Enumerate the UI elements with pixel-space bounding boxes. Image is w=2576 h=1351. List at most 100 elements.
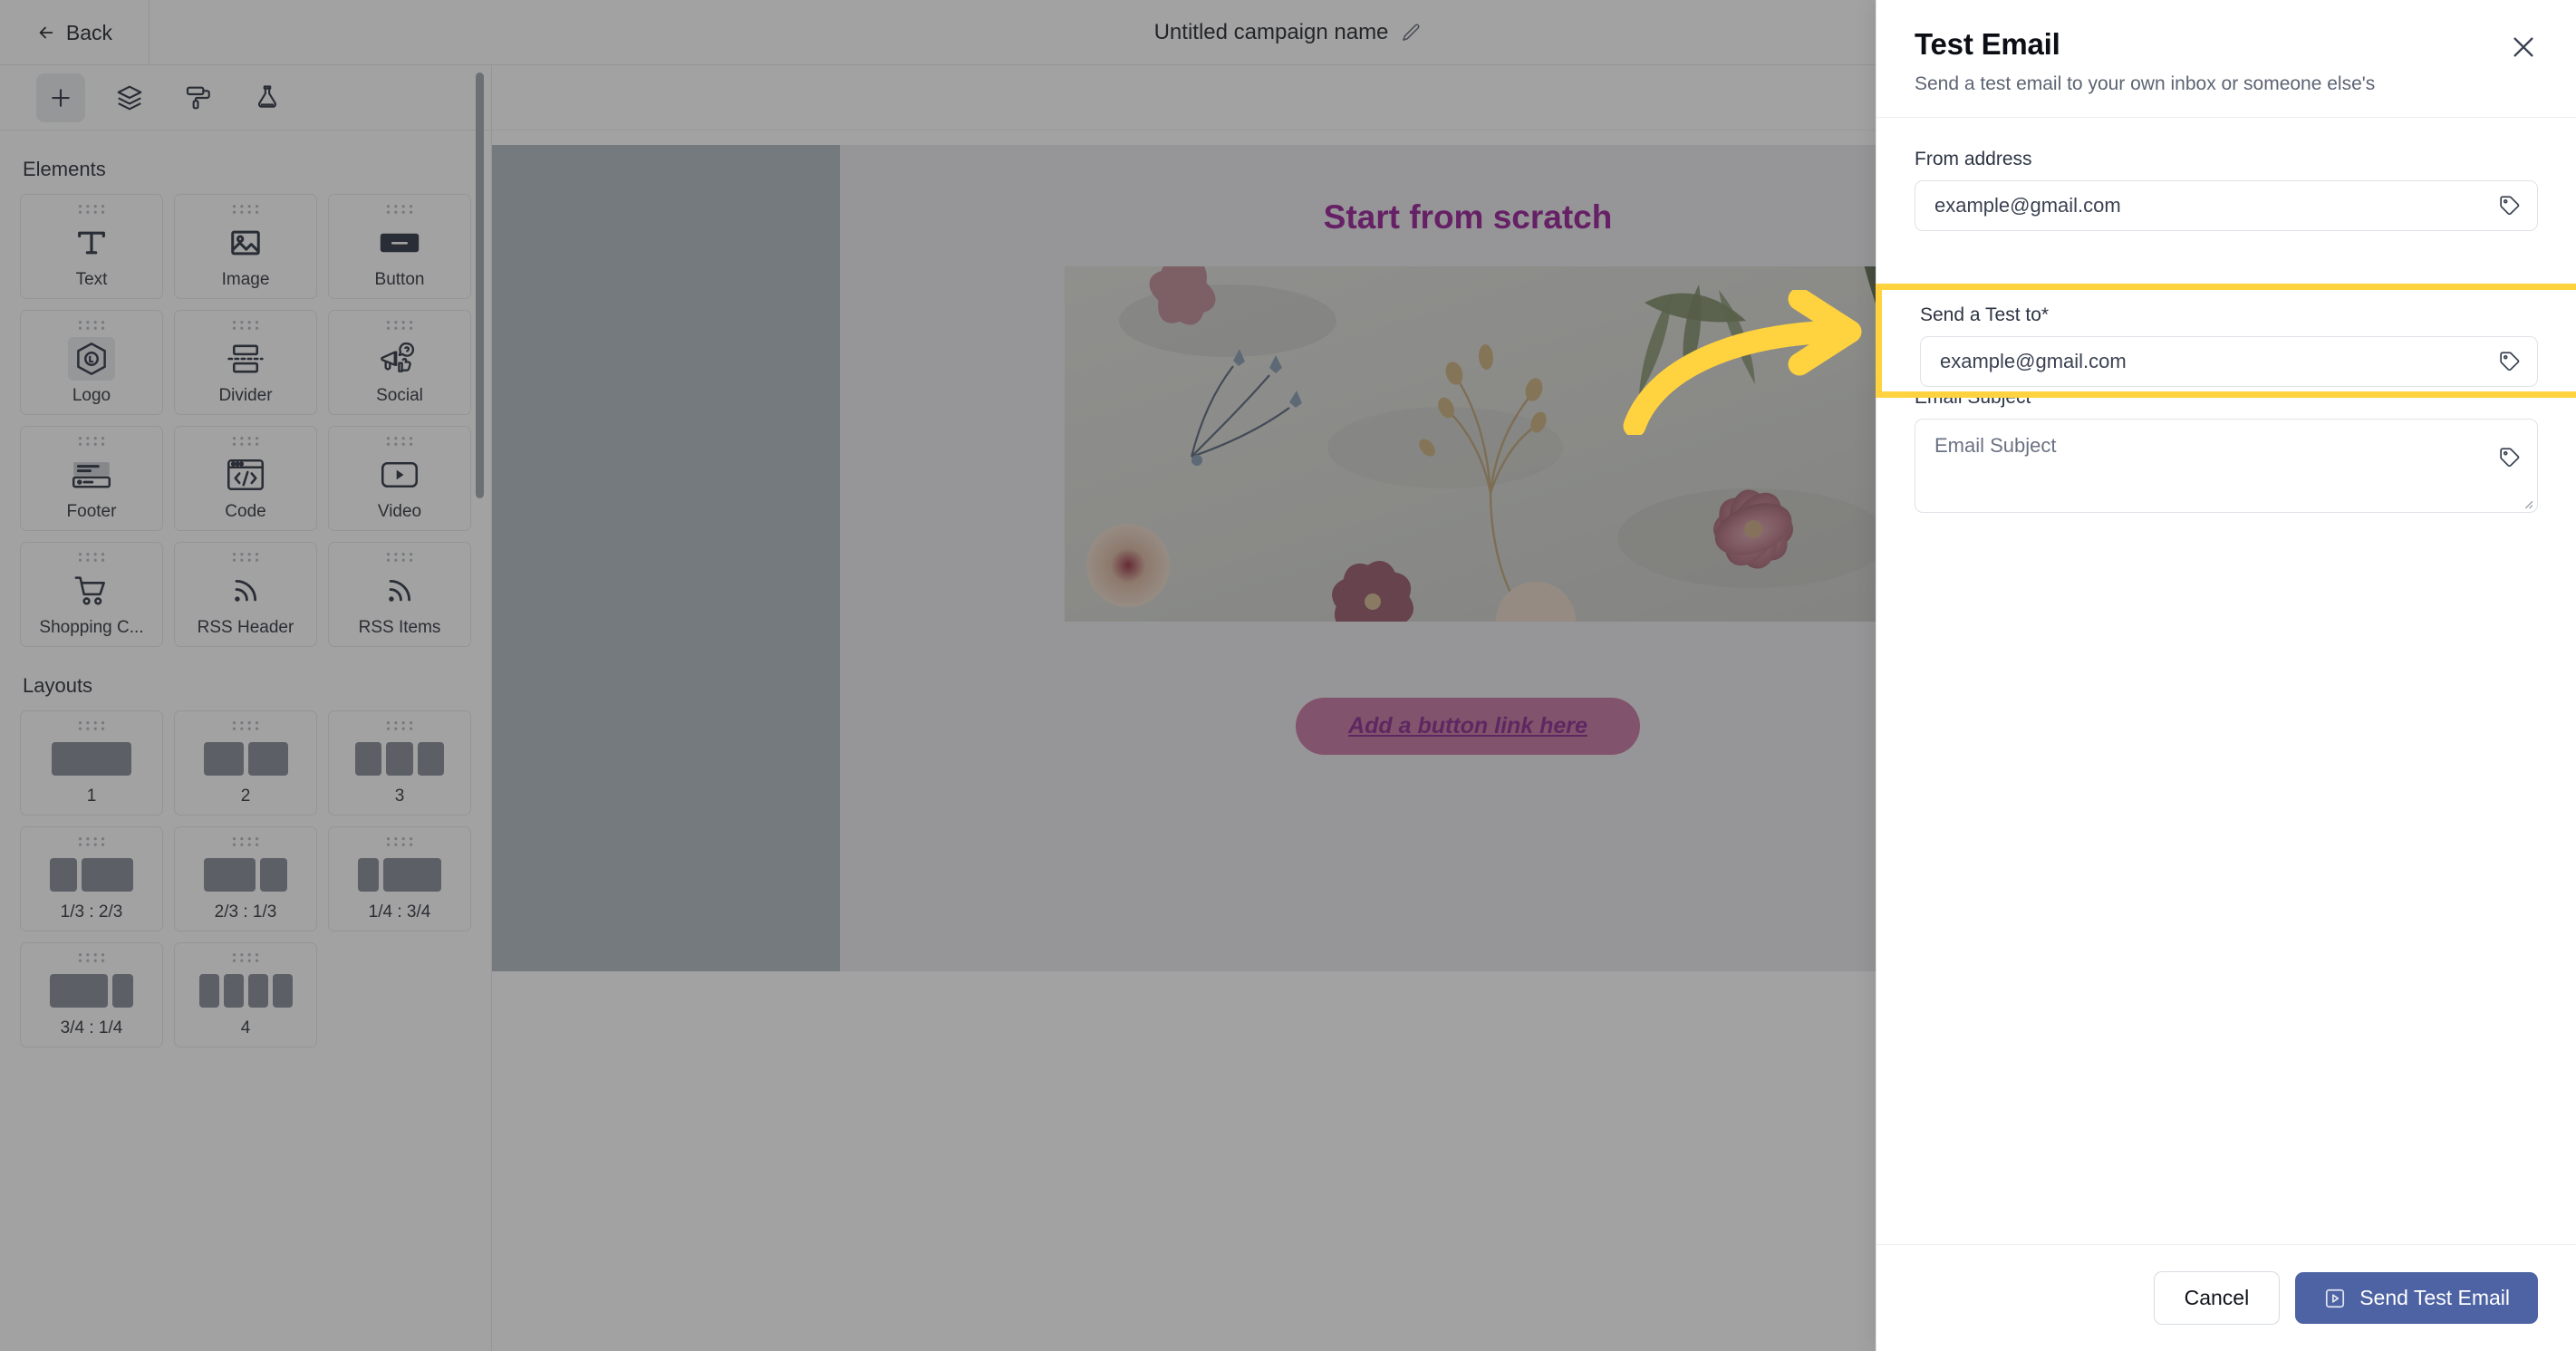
layout-preview xyxy=(175,847,316,902)
element-icon-wrap xyxy=(175,447,316,502)
element-card[interactable]: Video xyxy=(328,426,471,531)
video-play-icon xyxy=(381,461,419,487)
social-megaphone-icon-box xyxy=(372,337,427,381)
close-icon[interactable] xyxy=(2509,33,2538,62)
social-megaphone-icon xyxy=(381,342,415,372)
elements-grid: Text Image Button Logo Divider Social Fo… xyxy=(20,194,471,647)
layout-card-label: 1 xyxy=(86,786,97,806)
panel-footer: Cancel Send Test Email xyxy=(1877,1244,2576,1351)
element-card-label: Social xyxy=(376,386,423,405)
layouts-grid: 1 2 3 1/3 : 2/3 2/3 : 1/3 1/4 : 3/4 3/4 … xyxy=(20,710,471,1047)
element-card-label: Shopping C... xyxy=(39,618,144,637)
shopping-cart-icon-box xyxy=(66,570,117,612)
footer-icon xyxy=(72,461,111,487)
drag-dots-icon xyxy=(78,837,104,846)
element-icon-wrap xyxy=(21,215,162,270)
element-icon-wrap xyxy=(329,563,470,618)
tag-icon[interactable] xyxy=(2498,194,2522,217)
element-icon-wrap xyxy=(175,331,316,386)
left-sidebar: Elements Text Image Button Logo Divider xyxy=(0,65,492,1351)
drag-dots-icon xyxy=(78,205,104,214)
layout-card[interactable]: 1/3 : 2/3 xyxy=(20,826,163,931)
element-card[interactable]: RSS Items xyxy=(328,542,471,647)
panel-title: Test Email xyxy=(1915,27,2060,61)
layout-card[interactable]: 3 xyxy=(328,710,471,815)
element-card-label: Button xyxy=(374,270,425,289)
drag-dots-icon xyxy=(78,321,104,330)
drag-dots-icon xyxy=(78,721,104,730)
layout-card[interactable]: 2/3 : 1/3 xyxy=(174,826,317,931)
add-block-tool[interactable] xyxy=(36,72,85,122)
layout-card-label: 3 xyxy=(394,786,405,806)
drag-dots-icon xyxy=(232,437,258,446)
element-card-label: RSS Header xyxy=(197,618,294,637)
element-card-label: Video xyxy=(377,502,422,521)
layout-preview xyxy=(21,847,162,902)
sidebar-scroll-area[interactable]: Elements Text Image Button Logo Divider xyxy=(0,130,491,1351)
email-subject-textarea[interactable]: Email Subject xyxy=(1915,419,2538,513)
pencil-icon[interactable] xyxy=(1401,23,1422,43)
panel-subtitle: Send a test email to your own inbox or s… xyxy=(1915,73,2376,94)
send-a-test-to-label: Send a Test to* xyxy=(1920,304,2050,325)
panel-header: Test Email Send a test email to your own… xyxy=(1877,0,2576,118)
textarea-resize-handle[interactable] xyxy=(2522,497,2533,509)
drag-dots-icon xyxy=(232,721,258,730)
element-card[interactable]: Divider xyxy=(174,310,317,415)
send-test-email-label: Send Test Email xyxy=(2359,1286,2510,1309)
drag-dots-icon xyxy=(232,321,258,330)
element-card[interactable]: Text xyxy=(20,194,163,299)
drag-dots-icon xyxy=(386,437,412,446)
drag-dots-icon xyxy=(232,205,258,214)
divider-icon-box xyxy=(220,339,271,379)
element-card[interactable]: Shopping C... xyxy=(20,542,163,647)
send-a-test-to-input[interactable]: example@gmail.com xyxy=(1920,336,2538,387)
email-title: Start from scratch xyxy=(1323,198,1613,236)
layout-card[interactable]: 1 xyxy=(20,710,163,815)
layout-card[interactable]: 4 xyxy=(174,942,317,1047)
layout-card-label: 1/3 : 2/3 xyxy=(60,902,123,922)
tag-icon[interactable] xyxy=(2498,446,2522,469)
layout-card-label: 3/4 : 1/4 xyxy=(60,1018,123,1037)
layout-card[interactable]: 3/4 : 1/4 xyxy=(20,942,163,1047)
send-test-email-button[interactable]: Send Test Email xyxy=(2295,1272,2538,1324)
styles-tool[interactable] xyxy=(174,73,223,122)
drag-dots-icon xyxy=(78,553,104,562)
element-card[interactable]: Image xyxy=(174,194,317,299)
element-card[interactable]: Logo xyxy=(20,310,163,415)
element-card[interactable]: Code xyxy=(174,426,317,531)
divider-icon xyxy=(227,344,264,372)
drag-dots-icon xyxy=(232,837,258,846)
test-email-panel: Test Email Send a test email to your own… xyxy=(1876,0,2576,1351)
element-card[interactable]: Footer xyxy=(20,426,163,531)
element-icon-wrap xyxy=(175,215,316,270)
layout-card[interactable]: 2 xyxy=(174,710,317,815)
from-address-value: example@gmail.com xyxy=(1934,194,2121,217)
add-button-link-cta[interactable]: Add a button link here xyxy=(1296,698,1640,755)
element-card[interactable]: Social xyxy=(328,310,471,415)
element-card[interactable]: RSS Header xyxy=(174,542,317,647)
cancel-button[interactable]: Cancel xyxy=(2153,1271,2281,1325)
element-card-label: Divider xyxy=(218,386,273,405)
from-address-input[interactable]: example@gmail.com xyxy=(1915,180,2538,231)
send-a-test-to-value: example@gmail.com xyxy=(1940,350,2127,372)
stage-side-column xyxy=(492,145,840,971)
tag-icon[interactable] xyxy=(2498,350,2522,373)
code-window-icon-box xyxy=(219,454,272,496)
rss-icon-box xyxy=(377,571,422,611)
shopping-cart-icon xyxy=(74,575,105,605)
element-card[interactable]: Button xyxy=(328,194,471,299)
button-icon xyxy=(380,233,420,252)
logo-hex-icon-box xyxy=(68,336,115,381)
layers-icon xyxy=(117,85,142,110)
element-icon-wrap xyxy=(329,331,470,386)
theme-tool[interactable] xyxy=(243,73,292,122)
layers-tool[interactable] xyxy=(105,73,154,122)
drag-dots-icon xyxy=(386,721,412,730)
layout-preview xyxy=(21,731,162,786)
send-a-test-to-highlight: Send a Test to* example@gmail.com xyxy=(1876,284,2576,398)
layout-card[interactable]: 1/4 : 3/4 xyxy=(328,826,471,931)
paint-roller-icon xyxy=(186,86,210,109)
sidebar-scrollbar[interactable] xyxy=(476,72,484,498)
drag-dots-icon xyxy=(386,205,412,214)
text-t-icon-box xyxy=(66,220,117,265)
